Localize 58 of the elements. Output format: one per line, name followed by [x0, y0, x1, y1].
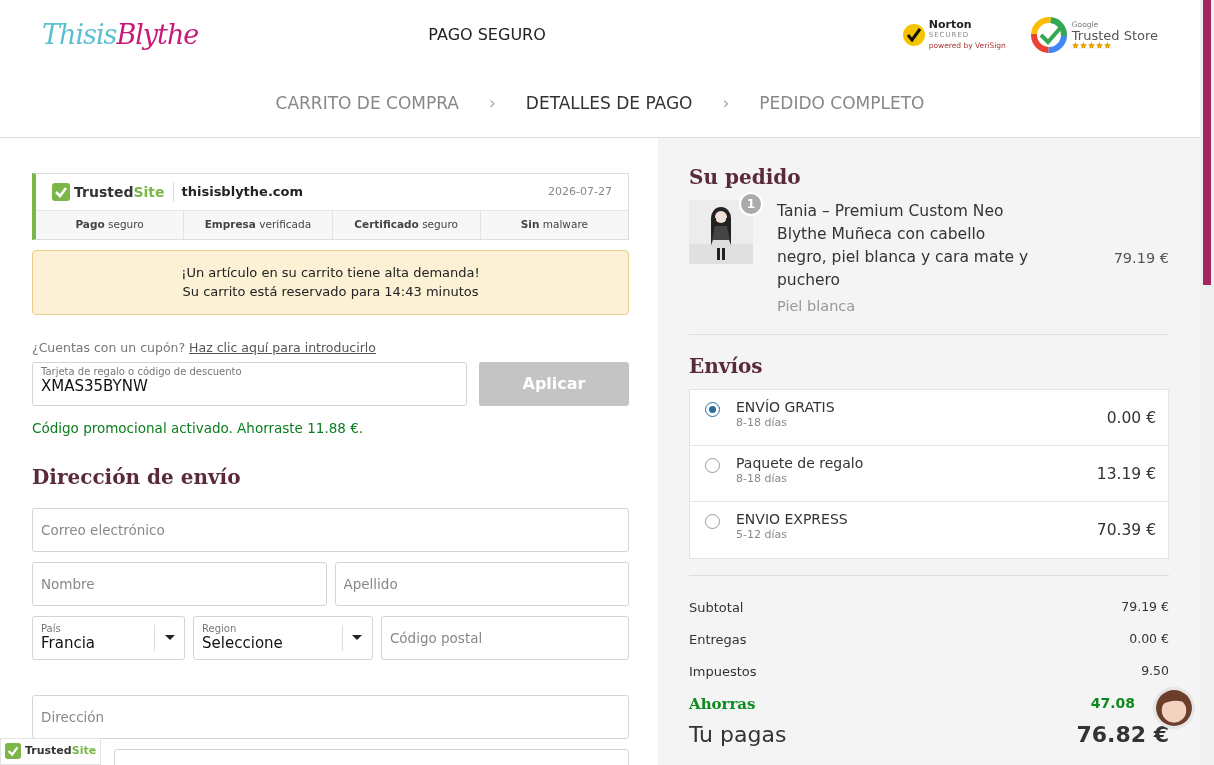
- select-field[interactable]: Region Seleccione: [193, 615, 373, 660]
- feature-label: Empresa verificada: [184, 211, 333, 239]
- checkout-step[interactable]: CARRITO DE COMPRA: [275, 90, 459, 117]
- section-title: Envíos: [689, 352, 764, 380]
- product-name: Tania – Premium Custom Neo Blythe Muñeca con cabello negro, piel blanca y cara mate y puchero: [777, 201, 1030, 291]
- shipping-option[interactable]: ENVÍO GRATIS 8-18 días 0.00 €: [690, 389, 1168, 446]
- section-title: Su pedido: [689, 164, 802, 191]
- shipping-option[interactable]: ENVIO EXPRESS 5-12 días 70.39 €: [690, 501, 1168, 558]
- section-title: Dirección de envío: [32, 463, 242, 491]
- checkout-step[interactable]: PEDIDO COMPLETO: [759, 90, 925, 117]
- product-price: 79.19 €: [1113, 249, 1169, 268]
- norton-name: Norton: [928, 18, 973, 30]
- check-circle-icon: [1029, 16, 1068, 54]
- total-label: Entregas: [689, 631, 747, 649]
- coupon-field[interactable]: Tarjeta de regalo o código de descuento XMAS35BYNW: [32, 361, 467, 406]
- trusted-site-badge[interactable]: TrustedSite: [0, 738, 102, 765]
- date-text: 2026-07-27: [548, 183, 612, 200]
- total-value: 47.08: [1090, 694, 1135, 714]
- coupon-link[interactable]: Haz clic aquí para introducirlo: [189, 339, 376, 355]
- trusted-site-logo: TrustedSite: [52, 181, 165, 203]
- site-domain: thisisblythe.com: [172, 182, 304, 202]
- radio-button[interactable]: [705, 513, 720, 529]
- shipping-option[interactable]: Paquete de regalo 8-18 días 13.19 €: [690, 445, 1168, 502]
- coupon-prompt: ¿Cuentas con un cupón? Haz clic aquí para introducirlo: [32, 338, 377, 357]
- feature-label: Sin malware: [519, 217, 589, 232]
- total-value: 76.82 €: [1076, 721, 1169, 750]
- scrollbar[interactable]: [1200, 0, 1214, 765]
- total-label: Ahorras: [689, 693, 756, 715]
- checkmark-icon: [901, 23, 926, 47]
- alert-text: ¡Un artículo en su carrito tiene alta demanda!: [180, 263, 481, 282]
- select-field[interactable]: País Francia: [32, 615, 186, 660]
- input-field[interactable]: Dirección: [32, 694, 629, 739]
- input-field[interactable]: Correo electrónico: [32, 507, 629, 552]
- total-label: Subtotal: [689, 599, 744, 617]
- alert-text: Su carrito está reservado para 14:43 minutos: [181, 283, 480, 302]
- logo[interactable]: ThisisBlythe: [42, 14, 199, 56]
- feature-label: Certificado seguro: [332, 211, 481, 239]
- total-label: Impuestos: [689, 663, 757, 681]
- caret-icon: [352, 635, 363, 641]
- success-message: Código promocional activado. Ahorraste 11.88 €.: [32, 418, 365, 438]
- radio-button[interactable]: [705, 401, 720, 417]
- page-title: PAGO SEGURO: [428, 24, 546, 46]
- total-label: Tu pagas: [689, 721, 787, 750]
- input-field[interactable]: Código postal: [380, 615, 629, 660]
- input-field[interactable]: Nombre: [32, 561, 327, 606]
- caret-icon: [164, 635, 175, 641]
- chevron-icon: ›: [722, 90, 730, 117]
- quantity-badge: 1: [739, 192, 763, 216]
- checkout-step[interactable]: DETALLES DE PAGO: [525, 90, 693, 117]
- chevron-icon: ›: [489, 90, 496, 117]
- input-field[interactable]: Apellido: [334, 561, 629, 606]
- total-value: 79.19 €: [1121, 598, 1169, 617]
- total-value: 9.50: [1141, 662, 1169, 681]
- total-value: 0.00 €: [1129, 630, 1169, 649]
- feature-label: Pago seguro: [36, 211, 185, 239]
- radio-button[interactable]: [705, 457, 720, 473]
- product-variant: Piel blanca: [777, 297, 857, 316]
- trusted-store-name: Trusted Store: [1071, 28, 1158, 42]
